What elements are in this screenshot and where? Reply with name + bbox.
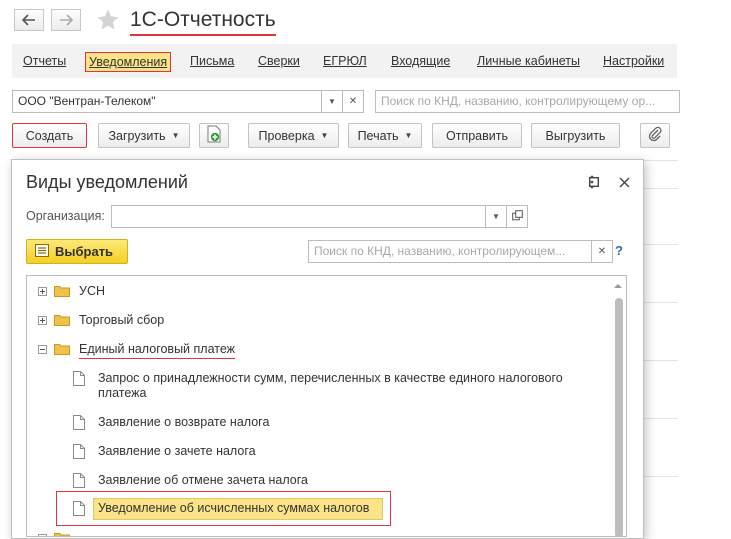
paperclip-icon [648,126,662,145]
list-divider [644,302,678,303]
load-button-label: Загрузить [108,128,166,143]
document-icon [73,444,85,459]
close-icon: ✕ [597,246,607,257]
add-document-icon [206,125,222,146]
organization-field[interactable]: ООО "Вентран-Телеком" [12,90,322,113]
close-icon: ✕ [348,96,358,107]
back-button[interactable] [14,9,44,31]
caret-down-icon: ▼ [171,131,180,140]
document-icon [73,473,85,488]
dialog-organization-dropdown[interactable]: ▼ [485,205,507,228]
list-divider [644,244,678,245]
print-button[interactable]: Печать ▼ [348,123,422,148]
list-divider [644,418,678,419]
tree-item-offset-application[interactable]: Заявление о зачете налога [27,444,587,464]
document-icon [73,501,85,516]
create-button-label: Создать [25,128,74,143]
select-list-icon [35,243,49,260]
menu-item-letters[interactable]: Письма [190,54,234,68]
organization-clear-button[interactable]: ✕ [342,90,364,113]
attach-button[interactable] [640,123,670,148]
main-search-placeholder: Поиск по КНД, названию, контролирующему … [381,94,656,108]
dialog-organization-open[interactable] [506,205,528,228]
triangle-down-icon: ▼ [492,212,500,221]
organization-dropdown-button[interactable]: ▼ [321,90,343,113]
menu-item-egrul[interactable]: ЕГРЮЛ [323,54,367,68]
tree-group-label: Торговый сбор [79,313,165,327]
menu-item-settings[interactable]: Настройки [603,54,664,68]
tree-item-cancel-offset-application[interactable]: Заявление об отмене зачета налога [27,473,587,493]
create-button[interactable]: Создать [12,123,87,148]
notification-types-tree: УСН Торговый сбор Единый налоговый плате… [26,275,627,537]
tree-group-label: Единый налоговый платеж [79,342,236,359]
arrow-left-icon [22,14,36,26]
tree-item-label: Заявление о зачете налога [98,444,256,458]
list-divider [644,160,678,161]
folder-icon [54,285,70,297]
menu-item-notifications[interactable]: Уведомления [85,52,172,72]
menu-item-reconciliations[interactable]: Сверки [258,54,300,68]
tree-item-refund-application[interactable]: Заявление о возврате налога [27,415,587,435]
favorite-star-icon[interactable] [96,8,120,32]
list-divider [644,360,678,361]
dialog-title: Виды уведомлений [26,172,188,192]
dialog-search-input[interactable]: Поиск по КНД, названию, контролирующем..… [308,240,592,263]
list-divider [644,476,678,477]
section-menu: Отчеты Уведомления Письма Сверки ЕГРЮЛ В… [12,44,677,78]
document-icon [73,415,85,430]
triangle-down-icon: ▼ [328,97,336,106]
scrollbar-thumb[interactable] [615,298,623,536]
organization-label: Организация: [26,209,105,223]
tree-group-trade-fee[interactable]: Торговый сбор [27,313,587,333]
expand-plus-icon[interactable] [38,534,47,536]
tree-item-label: Заявление об отмене зачета налога [98,473,308,487]
tree-item-label: Уведомление об исчисленных суммах налого… [98,501,370,515]
window-maximize-icon[interactable] [586,174,602,190]
main-search-input[interactable]: Поиск по КНД, названию, контролирующему … [375,90,680,113]
folder-open-icon [54,343,70,355]
tree-item-label: Заявление о возврате налога [98,415,270,429]
tree-group-usn[interactable]: УСН [27,284,587,304]
open-link-icon [511,209,523,224]
document-icon [73,371,85,386]
list-divider [644,188,678,189]
page-title: 1С-Отчетность [130,8,276,36]
export-button-label: Выгрузить [545,128,606,143]
tree-group-label: УСН [79,284,105,298]
close-dialog-icon[interactable] [616,174,632,190]
folder-icon [54,314,70,326]
print-button-label: Печать [357,128,399,143]
dialog-search-placeholder: Поиск по КНД, названию, контролирующем..… [314,244,566,258]
dialog-organization-field[interactable] [111,205,486,228]
menu-item-incoming[interactable]: Входящие [391,54,450,68]
notification-types-dialog: Виды уведомлений Организация: ▼ Выбрать … [11,159,644,539]
caret-down-icon: ▼ [320,131,329,140]
forward-button[interactable] [51,9,81,31]
tree-item-label-continued: платежа [98,386,147,400]
pick-button-label: Выбрать [55,244,114,259]
tree-group-partial[interactable] [27,531,587,536]
tree-item-calculated-taxes-notification[interactable]: Уведомление об исчисленных суммах налого… [27,501,587,521]
dialog-search-clear-button[interactable]: ✕ [591,240,613,263]
check-button-label: Проверка [258,128,315,143]
send-button-label: Отправить [446,128,508,143]
pick-button[interactable]: Выбрать [26,239,128,264]
add-from-file-button[interactable] [199,123,229,148]
scroll-up-icon[interactable] [613,279,623,288]
tree-item-request-sums[interactable]: Запрос о принадлежности сумм, перечислен… [27,371,587,403]
menu-item-personal-accounts[interactable]: Личные кабинеты [477,54,580,68]
load-button[interactable]: Загрузить ▼ [98,123,190,148]
collapse-minus-icon[interactable] [38,345,47,354]
help-icon[interactable]: ? [615,243,623,258]
send-button[interactable]: Отправить [432,123,522,148]
arrow-right-icon [59,14,73,26]
tree-item-label: Запрос о принадлежности сумм, перечислен… [98,371,563,385]
menu-item-reports[interactable]: Отчеты [23,54,66,68]
tree-group-single-tax-payment[interactable]: Единый налоговый платеж [27,342,587,362]
caret-down-icon: ▼ [404,131,413,140]
export-button[interactable]: Выгрузить [531,123,620,148]
expand-plus-icon[interactable] [38,316,47,325]
check-button[interactable]: Проверка ▼ [248,123,339,148]
expand-plus-icon[interactable] [38,287,47,296]
